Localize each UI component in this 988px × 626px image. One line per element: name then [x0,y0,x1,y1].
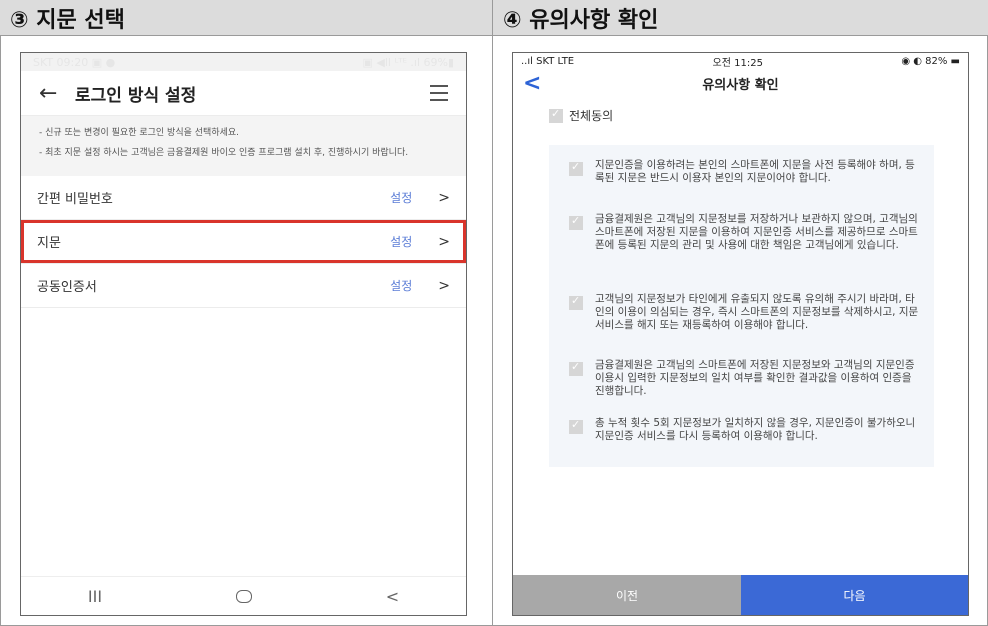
hamburger-menu-icon[interactable] [430,85,448,101]
term-item[interactable]: 고객님의 지문정보가 타인에게 유출되지 않도록 유의해 주시기 바라며, 타인… [549,293,934,332]
checkbox-icon[interactable] [549,107,563,123]
row-simple-password[interactable]: 간편 비밀번호 설정 > [21,176,466,220]
page-title: 로그인 방식 설정 [75,85,197,106]
login-settings-screen: SKT 09:20 ▣ ● ▣ ◀ll ᴸᵀᴱ .ıl 69%▮ ← 로그인 방… [20,52,467,616]
term-item[interactable]: 총 누적 횟수 5회 지문정보가 일치하지 않을 경우, 지문인증이 불가하오니… [549,417,934,443]
info-text-1: - 신규 또는 변경이 필요한 로그인 방식을 선택하세요. [39,128,240,138]
term-text: 총 누적 횟수 5회 지문정보가 일치하지 않을 경우, 지문인증이 불가하오니… [595,417,916,442]
info-text-2: - 최초 지문 설정 하시는 고객님은 금융결제원 바이오 인증 프로그램 설치… [39,148,409,158]
set-link[interactable]: 설정 [390,277,412,294]
checkbox-icon[interactable] [569,294,583,310]
term-text: 금융결제원은 고객님의 지문정보를 저장하거나 보관하지 않으며, 고객님의 스… [595,213,918,251]
status-left: SKT 09:20 ▣ ● [33,55,116,69]
checkbox-icon[interactable] [569,160,583,176]
terms-panel: 지문인증을 이용하려는 본인의 스마트폰에 지문을 사전 등록해야 하며, 등록… [549,145,934,467]
highlight-box [21,220,466,263]
checkbox-icon[interactable] [569,360,583,376]
status-left: ..ıl SKT LTE [521,55,575,67]
row-certificate[interactable]: 공동인증서 설정 > [21,264,466,308]
app-bar: ← 로그인 방식 설정 [21,71,466,116]
info-panel: - 신규 또는 변경이 필요한 로그인 방식을 선택하세요. - 최초 지문 설… [21,116,466,176]
column-divider [492,0,493,626]
recent-apps-icon[interactable]: III [88,587,102,606]
term-item[interactable]: 지문인증을 이용하려는 본인의 스마트폰에 지문을 사전 등록해야 하며, 등록… [549,159,934,185]
step4-header: ④ 유의사항 확인 [493,0,988,36]
row-fingerprint[interactable]: 지문 설정 > [21,220,466,264]
row-label: 간편 비밀번호 [37,192,113,207]
status-bar: SKT 09:20 ▣ ● ▣ ◀ll ᴸᵀᴱ .ıl 69%▮ [21,53,466,71]
row-label: 공동인증서 [37,280,97,295]
term-text: 금융결제원은 고객님의 스마트폰에 저장된 지문정보와 고객님의 지문인증 이용… [595,359,915,397]
chevron-right-icon: > [438,277,450,294]
agree-all-row[interactable]: 전체동의 [513,97,968,124]
status-right: ◉ ◐ 82% ▬ [901,55,960,67]
notice-confirm-screen: ..ıl SKT LTE 오전 11:25 ◉ ◐ 82% ▬ 유의사항 확인 … [512,52,969,616]
next-button[interactable]: 다음 [741,575,968,615]
status-bar: ..ıl SKT LTE 오전 11:25 ◉ ◐ 82% ▬ [513,53,968,69]
app-bar: 유의사항 확인 < [513,69,968,97]
home-icon[interactable] [235,589,252,603]
bottom-buttons: 이전 다음 [513,575,968,615]
step3-header: ③ 지문 선택 [0,0,492,36]
page-title: 유의사항 확인 [702,77,779,93]
checkbox-icon[interactable] [569,418,583,434]
term-text: 지문인증을 이용하려는 본인의 스마트폰에 지문을 사전 등록해야 하며, 등록… [595,159,915,184]
set-link[interactable]: 설정 [390,189,412,206]
term-text: 고객님의 지문정보가 타인에게 유출되지 않도록 유의해 주시기 바라며, 타인… [595,293,919,331]
term-item[interactable]: 금융결제원은 고객님의 스마트폰에 저장된 지문정보와 고객님의 지문인증 이용… [549,359,934,398]
status-time: 오전 11:25 [712,57,763,69]
nav-back-icon[interactable]: < [386,587,399,606]
system-nav-bar: III < [21,576,466,615]
back-arrow-icon[interactable]: ← [39,81,75,106]
prev-button[interactable]: 이전 [513,575,741,615]
status-right: ▣ ◀ll ᴸᵀᴱ .ıl 69%▮ [362,55,454,69]
checkbox-icon[interactable] [569,214,583,230]
agree-all-label: 전체동의 [569,109,614,123]
chevron-right-icon: > [438,189,450,206]
term-item[interactable]: 금융결제원은 고객님의 지문정보를 저장하거나 보관하지 않으며, 고객님의 스… [549,213,934,252]
